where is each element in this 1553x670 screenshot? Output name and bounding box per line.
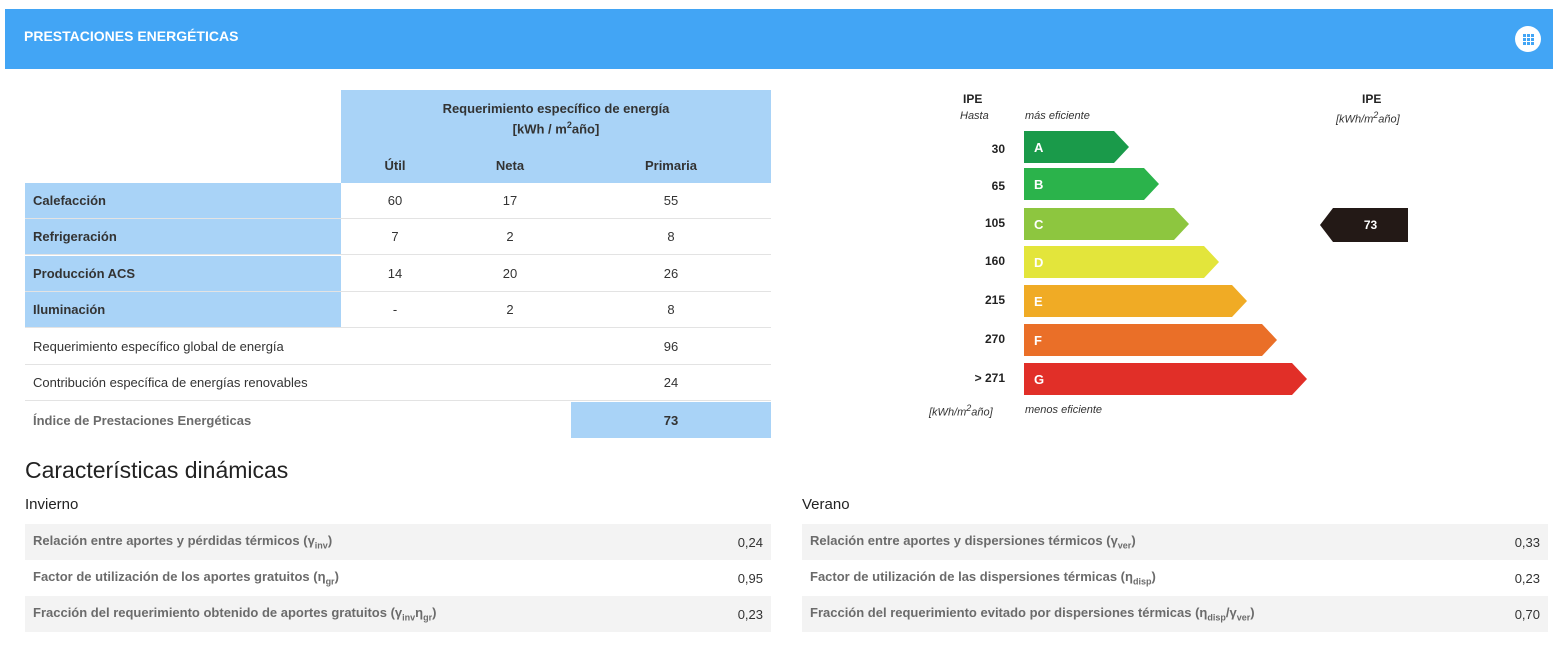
table-row: Refrigeración 7 2 8	[25, 219, 771, 255]
summer-row: Factor de utilización de las dispersione…	[810, 569, 1540, 587]
cell-primaria: 26	[663, 266, 679, 281]
global-requirement-value: 96	[663, 339, 679, 354]
index-label: Índice de Prestaciones Energéticas	[33, 412, 252, 428]
cell-neta: 17	[502, 193, 518, 208]
class-limit-c: 105	[984, 216, 1005, 230]
renewables-value: 24	[663, 375, 679, 390]
class-bar-e: E	[1024, 285, 1247, 317]
winter-value: 0,24	[737, 534, 763, 550]
winter-row: Relación entre aportes y pérdidas térmic…	[25, 524, 771, 560]
winter-row: Factor de utilización de los aportes gra…	[33, 569, 763, 587]
section-title: PRESTACIONES ENERGÉTICAS	[24, 28, 239, 44]
cell-neta: 20	[502, 266, 518, 281]
least-efficient-note: menos eficiente	[1025, 404, 1103, 416]
summer-value: 0,23	[1514, 570, 1540, 586]
column-header-util: Útil	[341, 147, 449, 183]
summer-value: 0,70	[1514, 606, 1540, 622]
most-efficient-note: más eficiente	[1025, 110, 1090, 122]
section-header: PRESTACIONES ENERGÉTICAS	[5, 9, 1553, 69]
index-value: 73	[571, 402, 771, 438]
row-label: Producción ACS	[25, 256, 341, 291]
class-limit-a: 30	[991, 142, 1005, 156]
column-header-neta: Neta	[449, 147, 571, 183]
global-requirement-label: Requerimiento específico global de energ…	[33, 339, 284, 354]
winter-row: Fracción del requerimiento obtenido de a…	[25, 596, 771, 632]
ipe-right-heading: IPE	[1362, 92, 1382, 106]
class-limit-g: > 271	[974, 371, 1005, 385]
index-row: Índice de Prestaciones Energéticas 73	[25, 402, 771, 438]
class-bar-c: C	[1024, 208, 1189, 240]
class-bar-f: F	[1024, 324, 1277, 356]
cell-primaria: 8	[667, 229, 675, 244]
cell-util: 60	[387, 193, 403, 208]
dynamic-section-title: Características dinámicas	[25, 457, 289, 483]
class-limit-d: 160	[984, 254, 1005, 268]
cell-neta: 2	[506, 229, 514, 244]
ipe-left-sub: Hasta	[960, 110, 989, 122]
cell-neta: 2	[506, 302, 514, 317]
group-header-unit: [kWh / m2año]	[512, 119, 600, 137]
class-limit-f: 270	[984, 332, 1005, 346]
row-label: Iluminación	[25, 292, 341, 327]
grid-menu-button[interactable]	[1515, 26, 1541, 52]
summer-row: Relación entre aportes y dispersiones té…	[802, 524, 1548, 560]
class-bar-g: G	[1024, 363, 1307, 395]
row-label: Calefacción	[25, 183, 341, 218]
ipe-right-unit: [kWh/m2año]	[1336, 110, 1400, 126]
class-bar-b: B	[1024, 168, 1159, 200]
current-ipe-marker: 73	[1320, 208, 1408, 242]
winter-value: 0,23	[737, 606, 763, 622]
cell-util: -	[392, 302, 398, 317]
winter-title: Invierno	[25, 496, 79, 513]
class-limit-b: 65	[991, 179, 1005, 193]
table-row: Producción ACS 14 20 26	[25, 256, 771, 292]
top-spacer	[0, 0, 1553, 9]
table-group-header: Requerimiento específico de energía [kWh…	[341, 90, 771, 147]
class-limit-e: 215	[984, 293, 1005, 307]
global-requirement-row: Requerimiento específico global de energ…	[25, 329, 771, 365]
summer-row: Fracción del requerimiento evitado por d…	[802, 596, 1548, 632]
cell-util: 14	[387, 266, 403, 281]
column-header-primaria: Primaria	[571, 147, 771, 183]
winter-value: 0,95	[737, 570, 763, 586]
class-bar-a: A	[1024, 131, 1129, 163]
group-header-label: Requerimiento específico de energía	[442, 100, 670, 116]
row-label: Refrigeración	[25, 219, 341, 254]
class-bar-d: D	[1024, 246, 1219, 278]
cell-util: 7	[391, 229, 399, 244]
summer-title: Verano	[802, 496, 850, 513]
renewables-label: Contribución específica de energías reno…	[33, 375, 308, 390]
cell-primaria: 55	[663, 193, 679, 208]
grid-menu-icon	[1522, 33, 1534, 45]
bottom-unit: [kWh/m2año]	[929, 403, 993, 419]
table-row: Iluminación - 2 8	[25, 292, 771, 328]
ipe-left-heading: IPE	[963, 92, 983, 106]
renewables-row: Contribución específica de energías reno…	[25, 365, 771, 401]
summer-value: 0,33	[1514, 534, 1540, 550]
table-row: Calefacción 60 17 55	[25, 183, 771, 219]
cell-primaria: 8	[667, 302, 675, 317]
